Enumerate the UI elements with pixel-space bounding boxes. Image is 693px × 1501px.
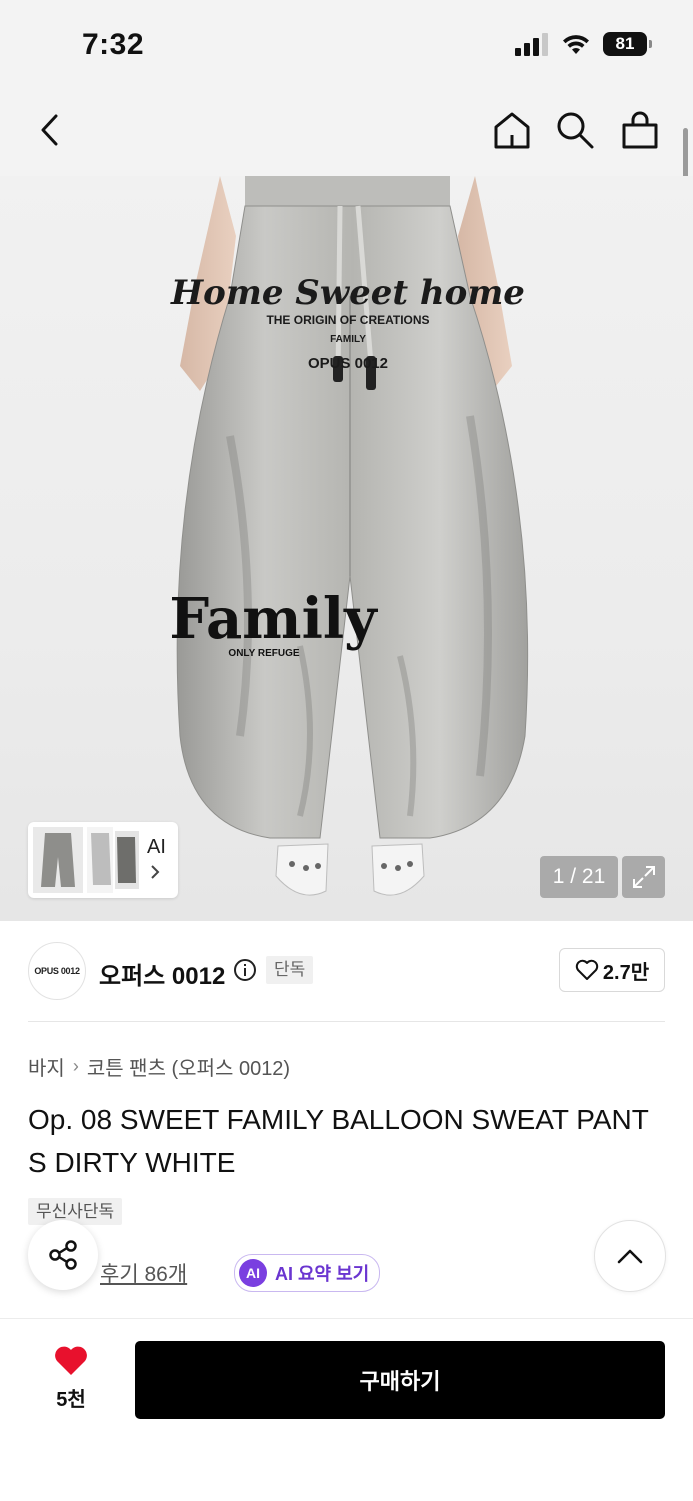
print-bottom-line1: Family [169, 586, 378, 652]
breadcrumb: 바지 › 코튼 팬츠 (오퍼스 0012) [28, 1052, 290, 1081]
store-exclusive-badge: 무신사단독 [28, 1198, 123, 1225]
ai-summary-label: AI 요약 보기 [275, 1264, 370, 1284]
search-button[interactable] [553, 108, 597, 152]
product-image-gallery[interactable]: Home Sweet home THE ORIGIN OF CREATIONS … [0, 176, 693, 921]
brand-like-count: 2.7만 [602, 961, 650, 984]
print-top-line1: Home Sweet home [170, 273, 525, 313]
ai-summary-button[interactable]: AI AI 요약 보기 [234, 1254, 381, 1292]
ai-look-thumbnail[interactable]: AI [28, 822, 178, 898]
image-counter: 1 / 21 [540, 856, 618, 898]
chevron-left-icon [41, 114, 58, 146]
product-title: Op. 08 SWEET FAMILY BALLOON SWEAT PANTS … [28, 1104, 649, 1178]
wishlist-button[interactable]: 5천 [40, 1345, 102, 1415]
cart-button[interactable] [618, 108, 662, 152]
buy-button[interactable]: 구매하기 [135, 1341, 665, 1419]
home-button[interactable] [490, 108, 534, 152]
brand-row: OPUS 0012 오퍼스 0012 단독 2.7만 [28, 942, 665, 1000]
ai-badge: AI [239, 1259, 267, 1287]
brand-name[interactable]: 오퍼스 0012 [99, 956, 225, 991]
heart-filled-icon [55, 1346, 87, 1375]
brand-like-button[interactable]: 2.7만 [559, 948, 665, 992]
print-top-line4: OPUS 0012 [308, 355, 388, 372]
ai-label: AI [147, 836, 166, 858]
cellular-signal-icon [515, 33, 548, 56]
back-button[interactable] [28, 108, 72, 152]
brand-logo[interactable]: OPUS 0012 [28, 942, 86, 1000]
breadcrumb-subcategory[interactable]: 코튼 팬츠 (오퍼스 0012) [87, 1052, 290, 1081]
exclusive-badge: 단독 [266, 956, 314, 984]
breadcrumb-category[interactable]: 바지 [28, 1052, 65, 1081]
chevron-right-icon [151, 865, 160, 879]
top-nav [0, 92, 693, 176]
scroll-top-button[interactable] [594, 1220, 666, 1292]
chevron-up-icon [617, 1249, 643, 1264]
expand-button[interactable] [622, 856, 665, 898]
bottom-action-bar: 5천 구매하기 [0, 1318, 693, 1501]
print-bottom-line2: ONLY REFUGE [228, 648, 299, 659]
product-photo: Home Sweet home THE ORIGIN OF CREATIONS … [169, 176, 529, 896]
chevron-right-icon: › [72, 1056, 79, 1076]
info-icon[interactable] [233, 958, 257, 982]
wishlist-count: 5천 [56, 1389, 86, 1411]
print-top-line2: THE ORIGIN OF CREATIONS [266, 313, 429, 327]
share-icon [49, 1240, 77, 1270]
thumbnail-images [33, 827, 139, 893]
home-icon [494, 112, 530, 149]
status-bar: 7:32 81 [0, 0, 693, 92]
search-icon [557, 112, 594, 149]
status-icons: 81 [515, 32, 652, 56]
status-time: 7:32 [82, 28, 145, 61]
wifi-icon [563, 35, 589, 54]
divider [28, 1021, 665, 1022]
print-top-line3: FAMILY [330, 334, 366, 345]
battery-icon: 81 [603, 32, 652, 56]
expand-icon [632, 866, 655, 888]
shopping-bag-icon [622, 111, 658, 149]
share-button[interactable] [28, 1220, 98, 1290]
review-link[interactable]: 후기 86개 [100, 1258, 187, 1288]
heart-outline-icon [575, 959, 599, 980]
